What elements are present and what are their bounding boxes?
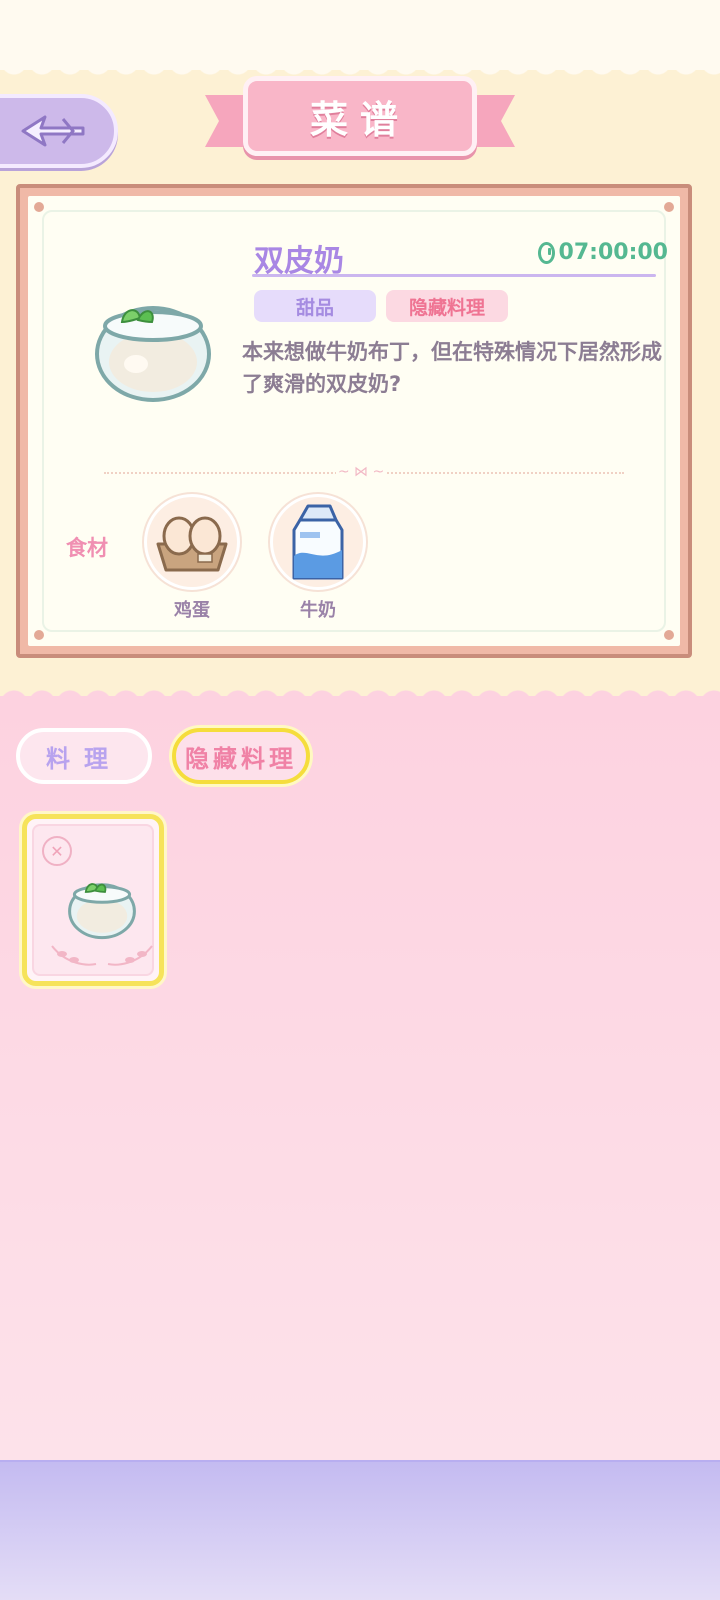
recipe-list-panel xyxy=(0,696,720,1466)
cook-timer: 07:00:00 xyxy=(538,240,668,265)
hidden-recipe-tag: 隐藏料理 xyxy=(386,290,508,322)
ingredient-name: 鸡蛋 xyxy=(174,600,210,621)
recipe-card-double-skin-milk[interactable]: ✕ xyxy=(22,814,164,986)
footer-bar xyxy=(0,1462,720,1600)
recipe-paper: 双皮奶 07:00:00 甜品 隐藏料理 本来想做牛奶布丁，但在特殊情况下居然形… xyxy=(28,196,680,646)
double-skin-milk-icon xyxy=(68,883,136,940)
tab-dishes[interactable]: 料理 xyxy=(16,728,152,784)
back-button[interactable] xyxy=(0,94,118,168)
corner-dot xyxy=(664,202,674,212)
page-title: 菜谱 xyxy=(309,97,410,142)
ingredients-label: 食材 xyxy=(66,536,108,560)
ingredient-name: 牛奶 xyxy=(300,600,336,621)
name-underline xyxy=(252,274,656,277)
dish-description: 本来想做牛奶布丁，但在特殊情况下居然形成了爽滑的双皮奶? xyxy=(242,340,662,396)
category-tag: 甜品 xyxy=(254,290,376,322)
ingredient-icon-circle xyxy=(270,494,366,590)
recipe-detail-card: 双皮奶 07:00:00 甜品 隐藏料理 本来想做牛奶布丁，但在特殊情况下居然形… xyxy=(16,184,692,658)
ingredient-item[interactable]: 鸡蛋 xyxy=(142,494,242,624)
ingredient-icon-circle xyxy=(144,494,240,590)
back-arrow-icon xyxy=(21,115,85,147)
tab-hidden-dishes[interactable]: 隐藏料理 xyxy=(172,728,310,784)
corner-dot xyxy=(34,202,44,212)
top-strip xyxy=(0,0,720,70)
eggs-icon xyxy=(156,516,228,572)
laurel-icon xyxy=(51,945,153,966)
corner-dot xyxy=(34,630,44,640)
cutlery-icon: ✕ xyxy=(42,836,72,866)
title-ribbon: 菜谱 xyxy=(205,70,515,170)
timer-value: 07:00:00 xyxy=(558,240,668,265)
bow-icon: ~ ⋈ ~ xyxy=(336,464,386,480)
corner-dot xyxy=(664,630,674,640)
ingredient-item[interactable]: 牛奶 xyxy=(268,494,368,624)
scallop-decoration xyxy=(0,682,720,704)
recipe-card-inner: ✕ xyxy=(32,824,154,976)
double-skin-milk-icon xyxy=(95,306,211,402)
clock-icon xyxy=(538,241,555,264)
ribbon-banner: 菜谱 xyxy=(243,76,477,156)
milk-carton-icon xyxy=(292,504,344,580)
